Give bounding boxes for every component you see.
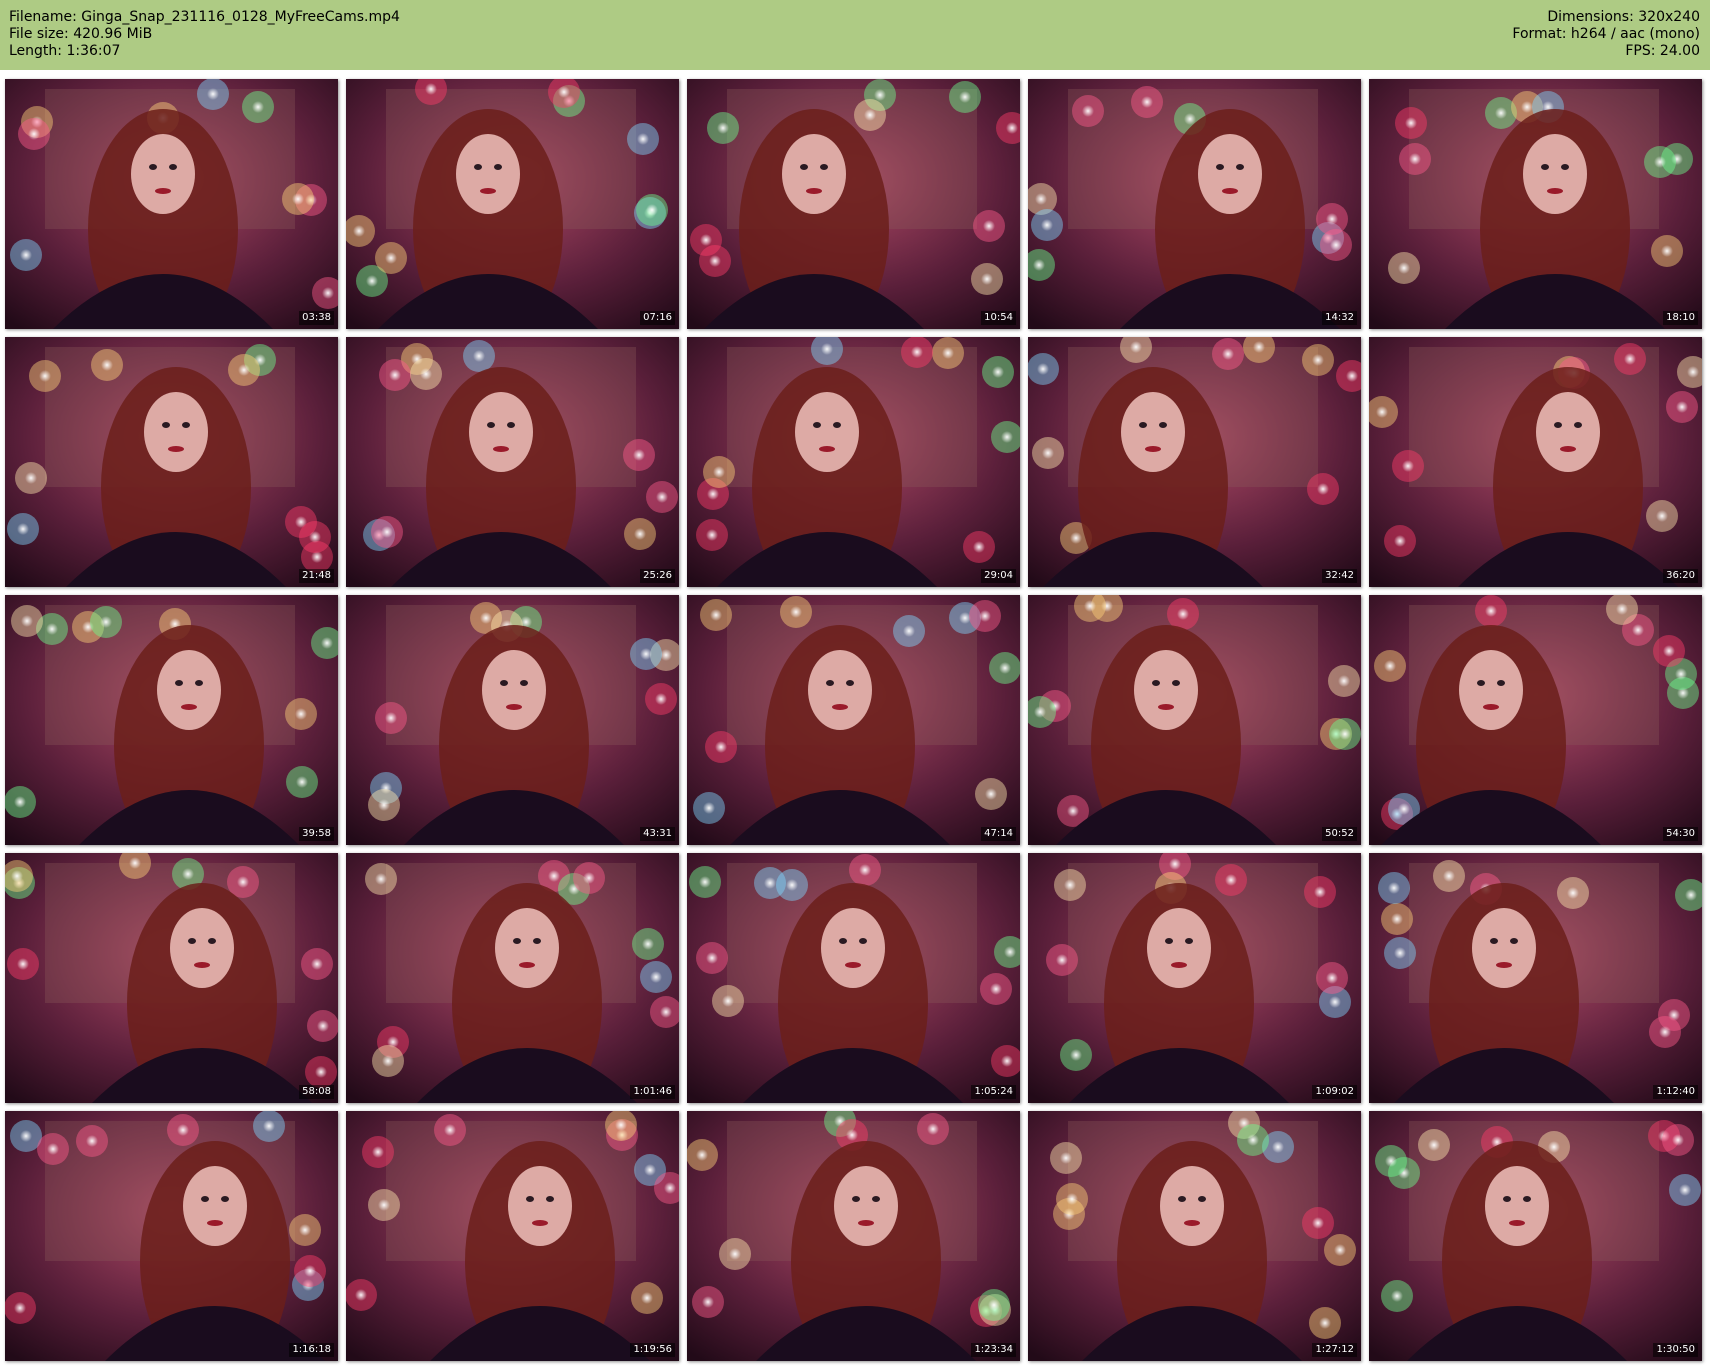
video-frame-image: [5, 1111, 338, 1361]
thumbnail: 47:14: [687, 595, 1020, 845]
thumbnail: 14:32: [1028, 79, 1361, 329]
thumbnail: 1:30:50: [1369, 1111, 1702, 1361]
timestamp-label: 32:42: [1322, 569, 1357, 583]
timestamp-label: 1:09:02: [1312, 1085, 1357, 1099]
video-frame-image: [5, 79, 338, 329]
video-frame-image: [1369, 337, 1702, 587]
timestamp-label: 18:10: [1663, 311, 1698, 325]
timestamp-label: 50:52: [1322, 827, 1357, 841]
timestamp-label: 54:30: [1663, 827, 1698, 841]
timestamp-label: 03:38: [299, 311, 334, 325]
video-frame-image: [1028, 853, 1361, 1103]
thumbnail: 50:52: [1028, 595, 1361, 845]
thumbnail: 1:12:40: [1369, 853, 1702, 1103]
timestamp-label: 1:27:12: [1312, 1343, 1357, 1357]
video-frame-image: [346, 1111, 679, 1361]
video-frame-image: [1369, 595, 1702, 845]
video-frame-image: [1369, 1111, 1702, 1361]
timestamp-label: 29:04: [981, 569, 1016, 583]
video-frame-image: [346, 337, 679, 587]
timestamp-label: 1:12:40: [1653, 1085, 1698, 1099]
fps-label: FPS: 24.00: [1625, 43, 1700, 59]
video-frame-image: [687, 595, 1020, 845]
thumbnail-grid: 03:38 07:16 10:54 14:32 18:10 21:48 25:26 29:04…: [5, 79, 1705, 1367]
thumbnail: 36:20: [1369, 337, 1702, 587]
thumbnail: 1:09:02: [1028, 853, 1361, 1103]
video-frame-image: [1369, 79, 1702, 329]
stream-info: Dimensions: 320x240 Format: h264 / aac (…: [1512, 9, 1700, 60]
video-frame-image: [5, 337, 338, 587]
timestamp-label: 58:08: [299, 1085, 334, 1099]
thumbnail: 25:26: [346, 337, 679, 587]
length-label: Length: 1:36:07: [9, 43, 121, 59]
timestamp-label: 25:26: [640, 569, 675, 583]
video-frame-image: [1028, 1111, 1361, 1361]
timestamp-label: 47:14: [981, 827, 1016, 841]
timestamp-label: 1:16:18: [289, 1343, 334, 1357]
thumbnail: 1:19:56: [346, 1111, 679, 1361]
thumbnail: 1:01:46: [346, 853, 679, 1103]
thumbnail: 43:31: [346, 595, 679, 845]
video-frame-image: [1369, 853, 1702, 1103]
video-frame-image: [1028, 79, 1361, 329]
timestamp-label: 07:16: [640, 311, 675, 325]
video-frame-image: [346, 853, 679, 1103]
thumbnail: 21:48: [5, 337, 338, 587]
video-frame-image: [346, 79, 679, 329]
thumbnail: 1:23:34: [687, 1111, 1020, 1361]
file-info: Filename: Ginga_Snap_231116_0128_MyFreeC…: [9, 9, 400, 60]
timestamp-label: 1:23:34: [971, 1343, 1016, 1357]
timestamp-label: 1:19:56: [630, 1343, 675, 1357]
video-frame-image: [1028, 337, 1361, 587]
format-label: Format: h264 / aac (mono): [1512, 26, 1700, 42]
timestamp-label: 1:30:50: [1653, 1343, 1698, 1357]
timestamp-label: 21:48: [299, 569, 334, 583]
timestamp-label: 1:05:24: [971, 1085, 1016, 1099]
filename-label: Filename: Ginga_Snap_231116_0128_MyFreeC…: [9, 9, 400, 25]
video-frame-image: [346, 595, 679, 845]
thumbnail: 1:16:18: [5, 1111, 338, 1361]
timestamp-label: 36:20: [1663, 569, 1698, 583]
thumbnail: 1:05:24: [687, 853, 1020, 1103]
thumbnail: 54:30: [1369, 595, 1702, 845]
thumbnail: 10:54: [687, 79, 1020, 329]
timestamp-label: 39:58: [299, 827, 334, 841]
thumbnail: 1:27:12: [1028, 1111, 1361, 1361]
video-frame-image: [687, 1111, 1020, 1361]
video-frame-image: [687, 79, 1020, 329]
video-frame-image: [687, 853, 1020, 1103]
timestamp-label: 14:32: [1322, 311, 1357, 325]
video-frame-image: [1028, 595, 1361, 845]
timestamp-label: 1:01:46: [630, 1085, 675, 1099]
thumbnail: 39:58: [5, 595, 338, 845]
video-frame-image: [5, 595, 338, 845]
info-header: Filename: Ginga_Snap_231116_0128_MyFreeC…: [0, 0, 1710, 70]
thumbnail: 58:08: [5, 853, 338, 1103]
thumbnail: 03:38: [5, 79, 338, 329]
video-frame-image: [687, 337, 1020, 587]
timestamp-label: 43:31: [640, 827, 675, 841]
filesize-label: File size: 420.96 MiB: [9, 26, 153, 42]
dimensions-label: Dimensions: 320x240: [1547, 9, 1700, 25]
thumbnail: 29:04: [687, 337, 1020, 587]
thumbnail: 32:42: [1028, 337, 1361, 587]
video-frame-image: [5, 853, 338, 1103]
thumbnail: 07:16: [346, 79, 679, 329]
timestamp-label: 10:54: [981, 311, 1016, 325]
thumbnail: 18:10: [1369, 79, 1702, 329]
